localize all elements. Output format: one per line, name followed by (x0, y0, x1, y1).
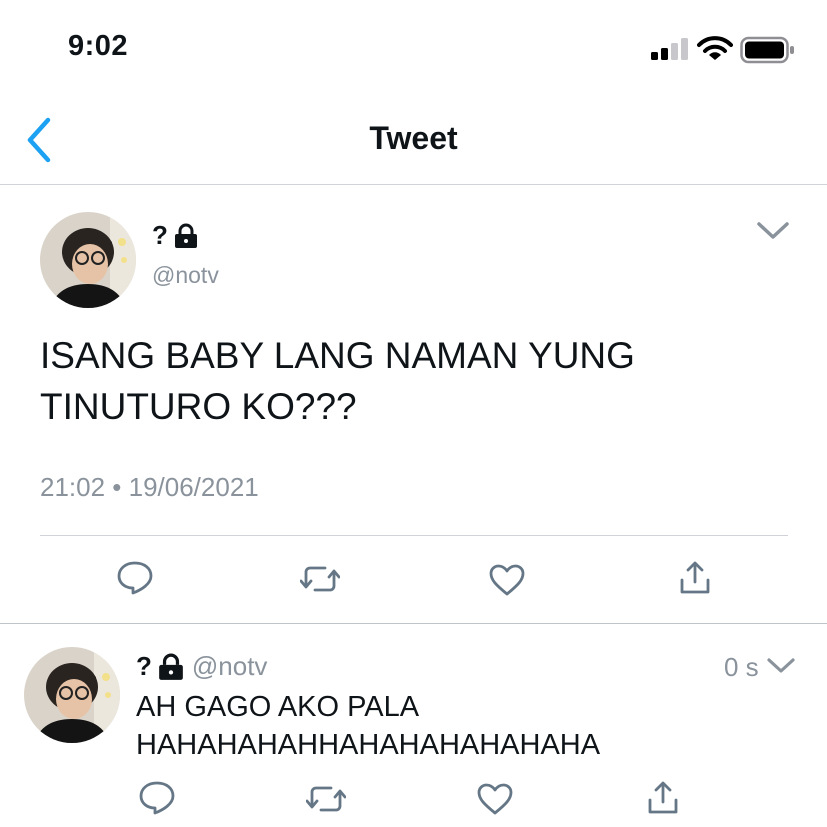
reply-like-heart-icon[interactable] (476, 782, 514, 816)
tweet-text-line: ISANG BABY LANG NAMAN YUNG (40, 335, 635, 376)
wifi-icon (697, 36, 733, 60)
tweet-divider (0, 623, 827, 624)
reply-header: ? @notv (136, 651, 267, 682)
share-icon[interactable] (678, 560, 712, 596)
lock-icon (159, 653, 183, 680)
status-time: 9:02 (68, 30, 129, 62)
tweet-text-line: TINUTURO KO??? (40, 386, 357, 427)
reply-display-name[interactable]: ? (136, 651, 184, 682)
tweet-timestamp[interactable]: 21:02 • 19/06/2021 (40, 472, 259, 503)
reply-reply-icon[interactable] (138, 780, 176, 816)
reply-retweet-icon[interactable] (306, 782, 346, 816)
retweet-icon[interactable] (300, 562, 340, 596)
reply-text-line: HAHAHAHAHHAHAHAHAHAHAHA (136, 729, 601, 761)
reply-display-name-text: ? (136, 651, 152, 681)
tweet-text: ISANG BABY LANG NAMAN YUNG TINUTURO KO??… (40, 330, 800, 432)
reply-text-line: AH GAGO AKO PALA (136, 691, 420, 723)
reply-avatar[interactable] (24, 647, 120, 743)
page-title: Tweet (369, 120, 458, 156)
reply-user-handle[interactable]: @notv (192, 651, 268, 682)
avatar[interactable] (40, 212, 136, 308)
reply-icon[interactable] (116, 560, 154, 596)
chevron-down-icon[interactable] (756, 220, 790, 242)
reply-time: 0 s (724, 652, 759, 682)
like-heart-icon[interactable] (488, 563, 526, 597)
user-handle[interactable]: @notv (152, 262, 219, 289)
cellular-signal-icon (651, 38, 691, 60)
display-name-text: ? (152, 220, 168, 250)
action-divider (40, 535, 788, 536)
display-name[interactable]: ? (152, 220, 198, 251)
battery-icon (740, 36, 794, 64)
reply-share-icon[interactable] (646, 780, 680, 816)
lock-icon (174, 223, 197, 248)
nav-divider (0, 184, 827, 185)
reply-chevron-down-icon[interactable] (766, 656, 796, 676)
reply-text: AH GAGO AKO PALA HAHAHAHAHHAHAHAHAHAHAHA (136, 688, 816, 764)
